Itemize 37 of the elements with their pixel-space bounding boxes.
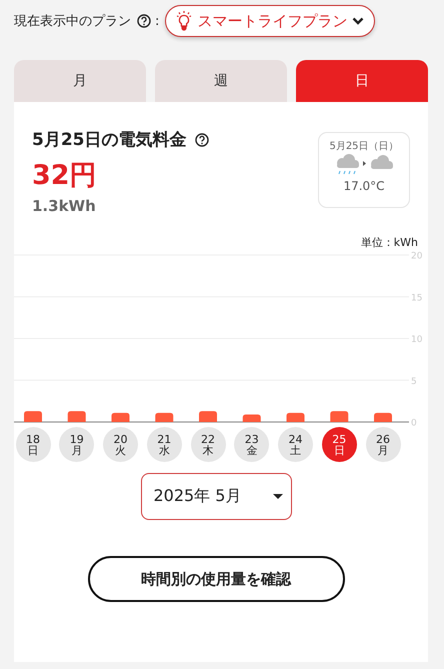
day-button[interactable]: 21 水 bbox=[146, 427, 182, 462]
help-icon[interactable] bbox=[137, 14, 151, 28]
hourly-usage-button[interactable]: 時間別の使用量を確認 bbox=[88, 556, 344, 602]
bill-title: 5月25日の電気料金 bbox=[32, 129, 186, 151]
usage-amount: 1.3kWh bbox=[32, 197, 97, 215]
help-icon[interactable] bbox=[194, 132, 208, 146]
usage-bar bbox=[374, 412, 392, 422]
period-tab[interactable]: 日 bbox=[296, 60, 428, 102]
day-button[interactable]: 26 月 bbox=[366, 427, 400, 462]
period-tab[interactable]: 週 bbox=[155, 60, 287, 102]
day-button[interactable]: 24 土 bbox=[278, 427, 313, 462]
period-tab[interactable]: 月 bbox=[14, 60, 146, 102]
day-button[interactable]: 19 月 bbox=[59, 427, 94, 462]
usage-bar bbox=[68, 411, 86, 422]
day-button[interactable]: 22 木 bbox=[190, 427, 226, 462]
price-amount: 32円 bbox=[32, 159, 98, 193]
day-button[interactable]: 20 火 bbox=[103, 427, 138, 462]
separator: : bbox=[155, 14, 160, 28]
usage-bar bbox=[112, 412, 130, 422]
dropdown-arrow-icon bbox=[272, 494, 282, 500]
usage-bar bbox=[24, 411, 42, 422]
month-select[interactable]: 2025年 5月 bbox=[140, 473, 292, 520]
usage-bar bbox=[330, 411, 348, 422]
day-button[interactable]: 23 金 bbox=[234, 427, 270, 462]
usage-bar bbox=[242, 414, 261, 422]
plan-label: 現在表示中のプラン bbox=[14, 13, 131, 30]
plan-selector[interactable]: スマートライフプラン bbox=[165, 5, 376, 37]
weather-date: 5月25日（日） bbox=[329, 140, 399, 153]
chevron-down-icon bbox=[352, 17, 364, 25]
day-button[interactable]: 25 日 bbox=[322, 427, 357, 462]
usage-bar bbox=[155, 412, 174, 422]
lightbulb-icon bbox=[176, 11, 192, 31]
temperature: 17.0°C bbox=[343, 179, 385, 193]
day-button[interactable]: 18 日 bbox=[16, 427, 50, 462]
usage-bar bbox=[286, 412, 304, 422]
unit-label: 単位：kWh bbox=[360, 236, 418, 249]
usage-bar bbox=[199, 411, 217, 422]
